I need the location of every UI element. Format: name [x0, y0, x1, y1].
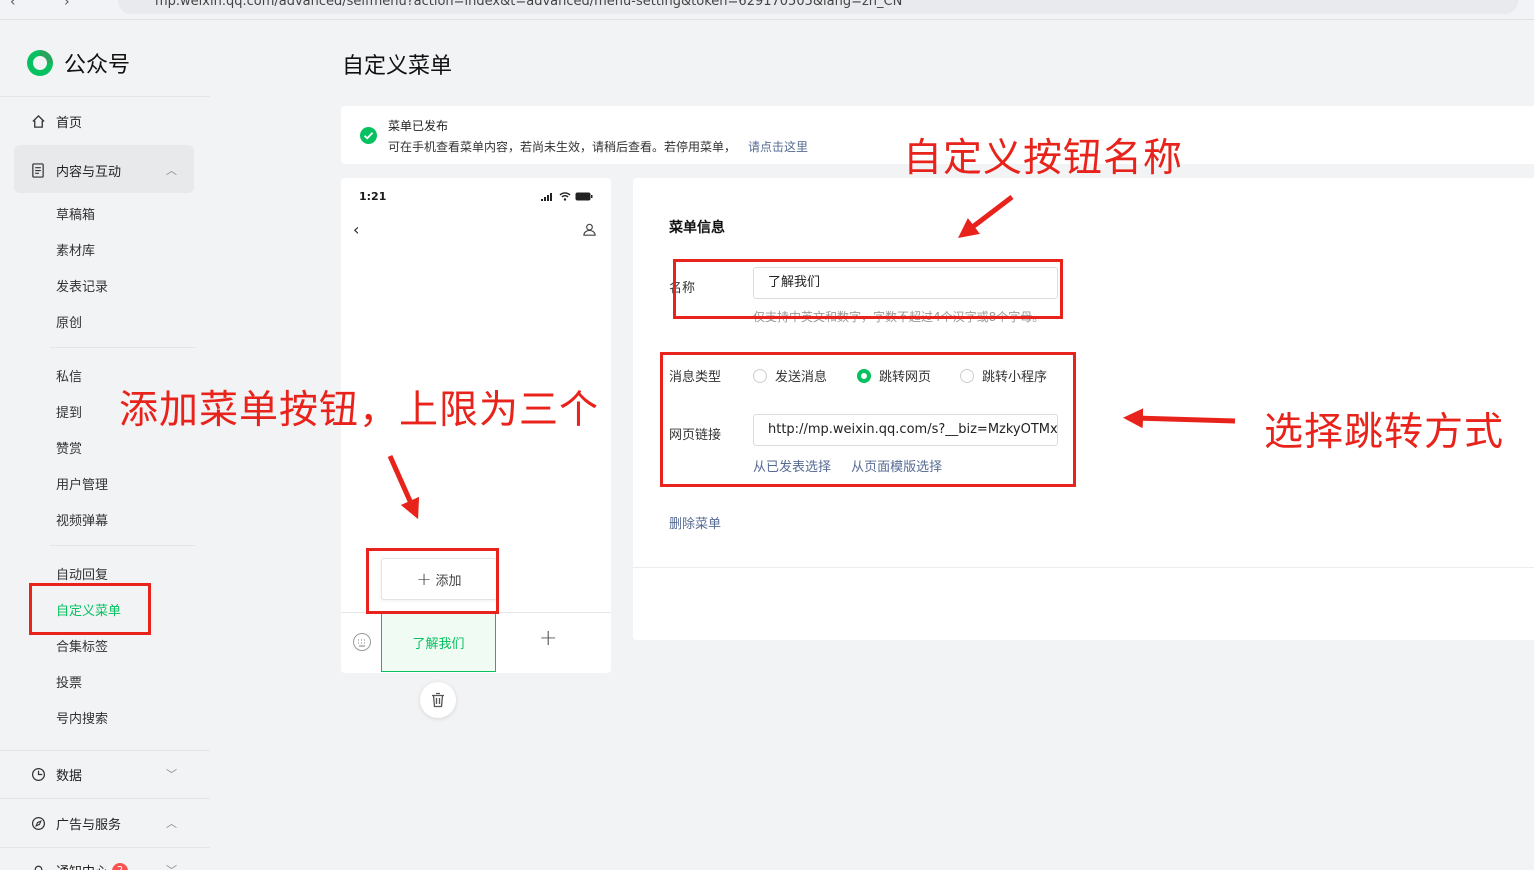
- sidebar-divider: [0, 96, 210, 97]
- notification-badge: 2: [112, 862, 129, 870]
- sidebar-item-in-account-search[interactable]: 号内搜索: [56, 708, 108, 727]
- notice-status: 菜单已发布: [388, 119, 449, 133]
- chevron-down-icon[interactable]: ﹀: [166, 862, 177, 870]
- sidebar-divider: [0, 750, 210, 751]
- sidebar-group-label: 广告与服务: [56, 818, 122, 833]
- sidebar-item-drafts[interactable]: 草稿箱: [56, 204, 95, 223]
- sidebar-divider: [0, 847, 210, 848]
- phone-menu-bar: 了解我们 +: [341, 612, 611, 673]
- annotation-box-jump: [660, 352, 1076, 487]
- trash-icon[interactable]: [420, 682, 456, 718]
- sidebar-item-auto-reply[interactable]: 自动回复: [56, 564, 108, 583]
- add-menu-plus-icon[interactable]: +: [539, 626, 557, 651]
- sidebar-item-publish-records[interactable]: 发表记录: [56, 276, 108, 295]
- menu-item-about-us[interactable]: 了解我们: [381, 613, 496, 672]
- brand-logo[interactable]: 公众号: [24, 47, 130, 79]
- sidebar-divider: [0, 798, 210, 799]
- clock-chart-icon: [30, 767, 46, 783]
- sidebar-item-appreciation[interactable]: 赞赏: [56, 438, 82, 457]
- chevron-up-icon[interactable]: ︿: [166, 162, 177, 178]
- keyboard-icon[interactable]: [353, 633, 371, 651]
- notice-desc: 可在手机查看菜单内容，若尚未生效，请稍后查看。若停用菜单， 请点击这里: [388, 138, 808, 155]
- success-check-icon: [360, 127, 377, 144]
- chevron-up-icon[interactable]: ︿: [166, 815, 177, 831]
- sidebar-group-data[interactable]: 数据: [30, 765, 82, 784]
- wechat-official-logo-icon: [27, 50, 53, 76]
- compass-icon: [30, 816, 46, 832]
- sidebar-group-notifications[interactable]: 通知中心 2: [30, 861, 129, 870]
- browser-address-bar: ‹ › ↻ mp.weixin.qq.com/advanced/selfmenu…: [0, 0, 1534, 20]
- page-title: 自定义菜单: [342, 54, 453, 79]
- annotation-box-name: [673, 259, 1063, 319]
- panel-divider: [633, 567, 1534, 568]
- signal-icon: [541, 192, 552, 201]
- notice-desc-text: 可在手机查看菜单内容，若尚未生效，请稍后查看。若停用菜单，: [388, 140, 737, 154]
- chevron-down-icon[interactable]: ﹀: [166, 766, 177, 782]
- sidebar-divider: [50, 545, 195, 546]
- sidebar-group-label: 数据: [56, 769, 83, 784]
- annotation-jump-note: 选择跳转方式: [1264, 410, 1505, 455]
- sidebar: 公众号 首页 内容与互动 ︿ 草稿箱 素材库 发表记录 原创 私信 提到 赞赏 …: [0, 21, 210, 870]
- brand-name: 公众号: [64, 53, 131, 78]
- battery-icon: [575, 192, 593, 201]
- sidebar-group-content[interactable]: 内容与互动: [30, 161, 121, 180]
- sidebar-item-home[interactable]: 首页: [30, 112, 82, 131]
- annotation-box-add: [366, 548, 499, 614]
- sidebar-item-label: 首页: [56, 116, 83, 131]
- sidebar-item-collection-tags[interactable]: 合集标签: [56, 636, 108, 655]
- annotation-name-note: 自定义按钮名称: [903, 136, 1184, 181]
- document-icon: [30, 163, 46, 179]
- annotation-add-note: 添加菜单按钮，上限为三个: [119, 388, 600, 433]
- sidebar-item-vote[interactable]: 投票: [56, 672, 82, 691]
- bell-icon: [30, 863, 46, 870]
- wifi-icon: [559, 192, 571, 201]
- sidebar-group-label: 通知中心: [56, 861, 108, 870]
- sidebar-group-ads[interactable]: 广告与服务: [30, 814, 121, 833]
- address-url[interactable]: mp.weixin.qq.com/advanced/selfmenu?actio…: [155, 0, 902, 9]
- delete-menu-link[interactable]: 删除菜单: [669, 513, 721, 532]
- sidebar-item-video-danmaku[interactable]: 视频弹幕: [56, 510, 108, 529]
- sidebar-item-messages[interactable]: 私信: [56, 366, 82, 385]
- sidebar-divider: [50, 347, 195, 348]
- phone-status-icons: [541, 192, 593, 201]
- sidebar-item-mentions[interactable]: 提到: [56, 402, 82, 421]
- home-icon: [30, 114, 46, 130]
- sidebar-item-original[interactable]: 原创: [56, 312, 82, 331]
- disable-menu-link[interactable]: 请点击这里: [748, 140, 808, 154]
- sidebar-group-label: 内容与互动: [56, 165, 122, 180]
- person-icon[interactable]: [582, 222, 597, 241]
- back-arrow-icon[interactable]: ‹: [353, 220, 359, 239]
- sidebar-item-materials[interactable]: 素材库: [56, 240, 95, 259]
- sidebar-item-user-management[interactable]: 用户管理: [56, 474, 108, 493]
- annotation-box-sidebar: [29, 583, 151, 635]
- phone-time: 1:21: [359, 190, 387, 203]
- section-title: 菜单信息: [669, 220, 725, 236]
